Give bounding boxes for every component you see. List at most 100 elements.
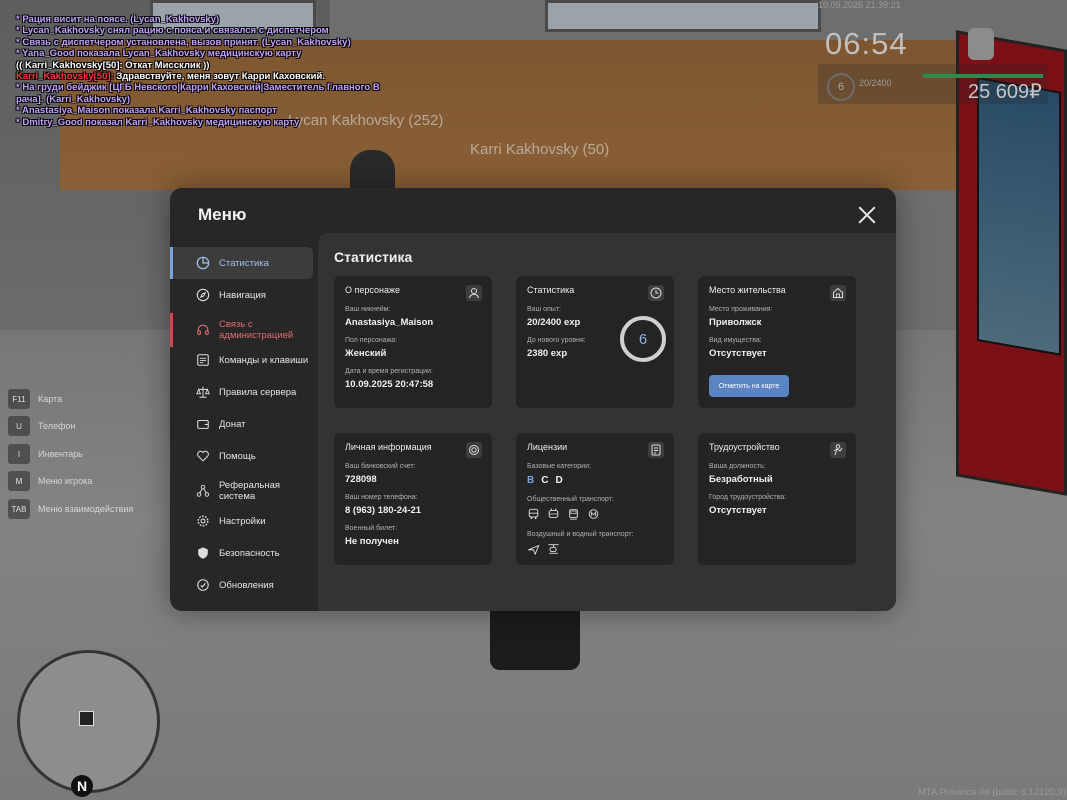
hud-time: 06:54 (825, 26, 908, 61)
card-title: Трудоустройство (709, 442, 780, 452)
compass-icon (196, 288, 210, 302)
sidebar-item-settings[interactable]: Настройки (170, 505, 310, 537)
card-title: Лицензии (527, 442, 568, 452)
military-value: Не получен (345, 536, 399, 547)
card-title: Статистика (527, 285, 575, 295)
sidebar-item-commands[interactable]: Команды и клавиши (170, 344, 310, 376)
home-icon (79, 711, 94, 726)
level-ring: 6 (620, 316, 666, 362)
key-cap: F11 (8, 389, 30, 409)
sidebar-item-label: Помощь (219, 450, 256, 462)
base-categories: B C D (527, 475, 563, 486)
place-value: Приволжск (709, 317, 762, 328)
base-categories-label: Базовые категории: (527, 463, 591, 470)
sidebar-item-stats[interactable]: Статистика (170, 247, 313, 279)
level-badge: 6 (827, 73, 855, 101)
sidebar-item-rules[interactable]: Правила сервера (170, 376, 310, 408)
airplane-icon (528, 544, 540, 555)
card-title: Личная информация (345, 442, 432, 452)
user-icon (466, 285, 482, 301)
sidebar-item-admin-contact[interactable]: Связь с администрацией (170, 313, 313, 347)
chat-log: * Рация висит на поясе. (Lycan_Kakhovsky… (16, 14, 380, 128)
next-level-label: До нового уровня: (527, 337, 586, 344)
trolleybus-icon (548, 508, 559, 518)
keybind-map: F11 Карта (8, 389, 62, 409)
property-label: Вид имущества: (709, 337, 762, 344)
license-icon (648, 442, 664, 458)
sidebar-item-donate[interactable]: Донат (170, 408, 310, 440)
sidebar-item-navigation[interactable]: Навигация (170, 279, 310, 311)
chat-line: рача]. (Karri_Kakhovsky) (16, 93, 131, 105)
sidebar-item-label: Реферальная система (219, 480, 281, 502)
card-about: О персонаже Ваш никнейм: Anastasiya_Mais… (334, 276, 492, 408)
helicopter-icon (548, 544, 559, 554)
job-city-value: Отсутствует (709, 505, 767, 516)
reg-label: Дата и время регистрации: (345, 368, 433, 375)
worker-icon (830, 442, 846, 458)
card-personal: Личная информация Ваш банковский счет: 7… (334, 433, 492, 565)
sidebar-item-label: Настройки (219, 515, 266, 527)
gear-icon (197, 515, 209, 527)
chat-line: * Dmitry_Good показал Karri_Kakhovsky ме… (16, 116, 300, 128)
next-level-value: 2380 exp (527, 348, 568, 359)
bank-label: Ваш банковский счет: (345, 463, 416, 470)
refresh-icon (197, 579, 209, 591)
pie-chart-icon (196, 256, 210, 270)
gender-value: Женский (345, 348, 387, 359)
player-menu: Меню Статистика Навигация Связь с админи… (170, 188, 896, 611)
keyboard-icon (197, 354, 209, 366)
sidebar-item-updates[interactable]: Обновления (170, 569, 310, 601)
keybind-label: Меню игрока (38, 476, 93, 486)
keybind-phone: U Телефон (8, 416, 75, 436)
sidebar-item-label: Связь с администрацией (219, 319, 294, 341)
scales-icon (196, 386, 210, 398)
gender-label: Пол персонажа: (345, 337, 398, 344)
house-icon (830, 285, 846, 301)
keybind-label: Карта (38, 394, 63, 404)
fist-icon (968, 28, 994, 60)
sidebar-item-security[interactable]: Безопасность (170, 537, 310, 569)
menu-title: Меню (198, 205, 247, 224)
chat-line: * Связь с диспетчером установлена, вызов… (16, 36, 351, 48)
player-legs (490, 610, 580, 670)
chat-line: Karri_Kakhovsky[50]: Здравствуйте, меня … (16, 71, 380, 82)
key-cap: I (8, 444, 30, 464)
keybind-inventory: I Инвентарь (8, 444, 83, 464)
clock-icon (648, 285, 664, 301)
menu-sidebar: Статистика Навигация Связь с администрац… (170, 245, 318, 611)
fingerprint-icon (466, 442, 482, 458)
mark-on-map-button[interactable]: Отметить на карте (709, 375, 789, 397)
license-category: C (541, 475, 549, 486)
network-icon (196, 484, 210, 497)
public-transport-icons (527, 508, 600, 520)
nick-value: Anastasiya_Maison (345, 317, 434, 328)
card-title: Место жительства (709, 285, 786, 295)
shield-icon (198, 547, 208, 559)
air-water-icons (527, 543, 560, 555)
military-label: Военный билет: (345, 525, 397, 532)
phone-value: 8 (963) 180-24-21 (345, 505, 422, 516)
position-label: Ваша должность: (709, 463, 766, 470)
chat-line: * Рация висит на поясе. (Lycan_Kakhovsky… (16, 14, 220, 25)
license-category: B (527, 475, 535, 486)
keybind-label: Инвентарь (38, 449, 83, 459)
nick-label: Ваш никнейм: (345, 306, 391, 313)
bus-icon (528, 508, 539, 520)
chat-line: (( Karri_Kakhovsky[50]: Откат Миссклик )… (16, 59, 210, 71)
phone-label: Ваш номер телефона: (345, 494, 418, 501)
character-head (350, 150, 395, 190)
chat-line: * Anastasiya_Maison показала Karri_Kakho… (16, 105, 277, 117)
stats-content: Статистика О персонаже Ваш никнейм: Anas… (318, 233, 896, 611)
card-licenses: Лицензии Базовые категории: B C D Общест… (516, 433, 674, 565)
chat-line: * Yana_Good показала Lycan_Kakhovsky мед… (16, 48, 302, 60)
north-indicator: N (71, 775, 93, 797)
close-icon[interactable] (858, 206, 876, 224)
chat-line: * На груди бейджик [ЦГБ Невского|Карри К… (16, 82, 380, 94)
chat-message: Здравствуйте, меня зовут Карри Каховский… (113, 71, 325, 83)
sidebar-item-label: Безопасность (219, 547, 280, 559)
health-bar (923, 74, 1043, 78)
hud-money: 25 609₽ (968, 81, 1042, 103)
tram-icon (569, 509, 578, 520)
sidebar-item-help[interactable]: Помощь (170, 440, 310, 472)
sidebar-item-label: Обновления (219, 579, 274, 591)
